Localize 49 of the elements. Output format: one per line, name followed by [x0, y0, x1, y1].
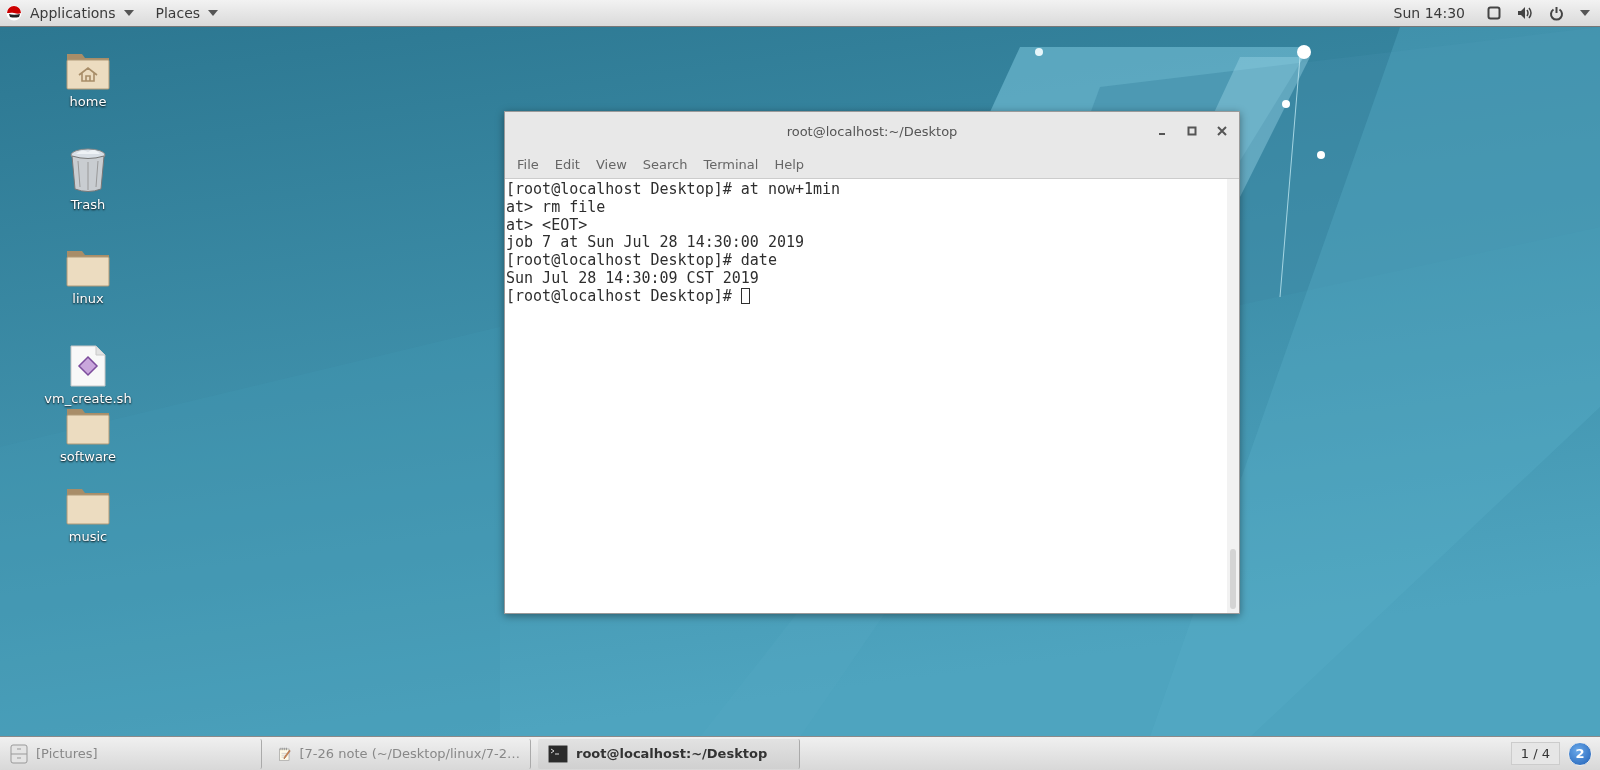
icon-label: Trash	[70, 197, 106, 212]
terminal-line: at> rm file	[506, 197, 606, 216]
script-file-icon	[70, 345, 106, 387]
desktop-icon[interactable]: Trash	[48, 147, 128, 212]
caret-icon	[208, 10, 219, 16]
desktop-icon[interactable]: software	[48, 405, 128, 464]
menu-item[interactable]: Search	[634, 156, 696, 172]
taskbar-button[interactable]: [Pictures]	[0, 738, 262, 769]
terminal-line: [root@localhost Desktop]# at now+1min	[506, 180, 841, 198]
menu-item[interactable]: Terminal	[695, 156, 767, 172]
maximize-icon[interactable]	[1187, 126, 1197, 136]
terminal-line: at> <EOT>	[506, 215, 588, 234]
menu-item[interactable]: Edit	[546, 156, 588, 172]
top-menu[interactable]: Places	[155, 5, 219, 21]
icon-label: music	[68, 529, 108, 544]
terminal-icon	[548, 744, 568, 763]
window-icon[interactable]	[1487, 6, 1501, 20]
icon-label: home	[69, 94, 107, 109]
icon-label: software	[60, 449, 116, 464]
menu-label: Places	[155, 5, 201, 21]
terminal-line: [root@localhost Desktop]# date	[506, 251, 777, 270]
desktop-icon[interactable]: linux	[48, 247, 128, 306]
logo-icon	[6, 5, 22, 21]
close-icon[interactable]	[1217, 126, 1227, 136]
menu-label: Applications	[30, 5, 116, 21]
icon-label: linux	[72, 291, 104, 306]
terminal-line: [root@localhost Desktop]#	[506, 286, 733, 305]
menu-item[interactable]: File	[509, 156, 547, 172]
power-icon[interactable]	[1549, 5, 1564, 21]
cabinet-icon	[10, 743, 28, 764]
scrollbar[interactable]	[1227, 179, 1239, 613]
clock[interactable]: Sun 14:30	[1393, 5, 1465, 21]
icon-label: vm_create.sh	[44, 391, 132, 406]
desktop-icon[interactable]: home	[48, 50, 128, 109]
top-menu[interactable]: Applications	[30, 5, 134, 21]
menu-item[interactable]: View	[587, 156, 635, 172]
workspace-indicator[interactable]: 1 / 4	[1510, 742, 1560, 765]
trash-icon	[68, 147, 108, 193]
terminal-line: job 7 at Sun Jul 28 14:30:00 2019	[506, 233, 804, 252]
menu-item[interactable]: Help	[766, 156, 813, 172]
window-title: root@localhost:~/Desktop	[786, 123, 958, 139]
taskbar-button[interactable]: [7-26 note (~/Desktop/linux/7-2…	[269, 738, 531, 769]
taskbar-button[interactable]: root@localhost:~/Desktop	[538, 738, 800, 769]
desktop-icon[interactable]: music	[48, 485, 128, 544]
caret-icon	[123, 10, 134, 16]
terminal-line: Sun Jul 28 14:30:09 CST 2019	[506, 269, 759, 287]
volume-icon[interactable]	[1517, 6, 1533, 20]
caret-icon	[1580, 10, 1590, 16]
notification-badge[interactable]: 2	[1568, 741, 1592, 766]
